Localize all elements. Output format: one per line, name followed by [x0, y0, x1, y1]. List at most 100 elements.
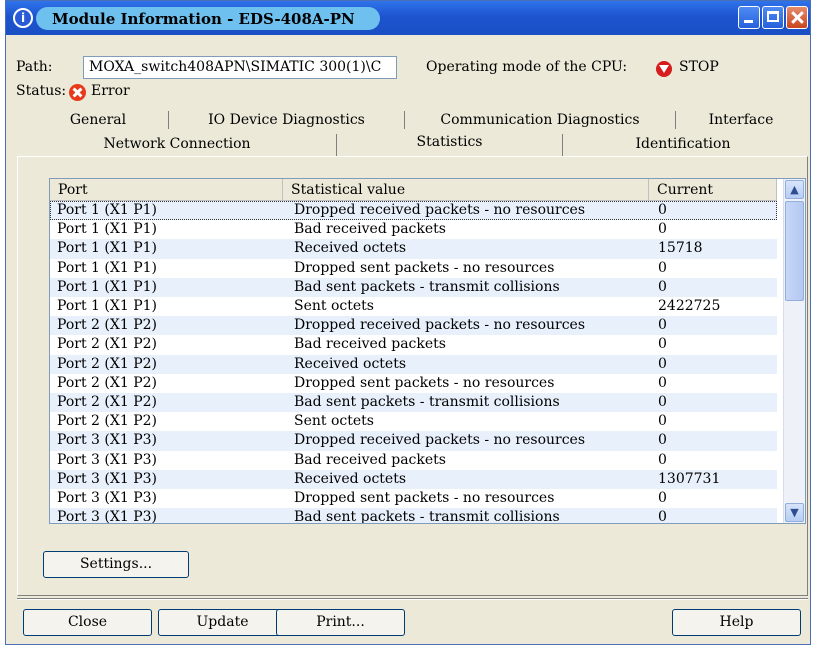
cell-statistical-value: Received octets	[294, 240, 407, 257]
path-field[interactable]: MOXA_switch408APN\SIMATIC 300(1)\C	[83, 56, 397, 79]
table-row[interactable]: Port 1 (X1 P1) Sent octets 2422725	[50, 297, 777, 316]
cell-port: Port 3 (X1 P3)	[57, 490, 157, 506]
cell-statistical-value: Dropped sent packets - no resources	[294, 259, 555, 276]
update-button[interactable]: Update	[158, 609, 287, 636]
tab-identification[interactable]: Identification	[563, 132, 803, 156]
minimize-button[interactable]	[738, 6, 760, 29]
scrollbar-thumb[interactable]	[785, 201, 804, 301]
cell-statistical-value: Sent octets	[294, 298, 374, 314]
close-window-button[interactable]	[786, 6, 808, 29]
cell-current: 0	[658, 394, 667, 410]
cell-port: Port 1 (X1 P1)	[57, 259, 157, 276]
cell-current: 0	[658, 259, 667, 276]
statistics-table[interactable]: Port Statistical value Current Port 1 (X…	[49, 178, 806, 524]
cell-current: 0	[658, 355, 667, 372]
table-row[interactable]: Port 2 (X1 P2) Dropped received packets -…	[50, 316, 777, 336]
cell-port: Port 3 (X1 P3)	[57, 470, 157, 487]
cell-current: 0	[658, 202, 667, 218]
cell-port: Port 2 (X1 P2)	[57, 374, 157, 391]
cell-port: Port 2 (X1 P2)	[57, 317, 157, 334]
table-row[interactable]: Port 3 (X1 P3) Bad received packets 0	[50, 451, 777, 470]
tab-general[interactable]: General	[28, 109, 168, 131]
error-icon	[69, 84, 86, 101]
maximize-button[interactable]	[762, 6, 784, 29]
cell-port: Port 1 (X1 P1)	[57, 221, 157, 238]
path-label: Path:	[16, 59, 53, 75]
cell-statistical-value: Bad received packets	[294, 336, 446, 353]
bottom-divider	[17, 598, 808, 600]
cell-current: 0	[658, 278, 667, 295]
cell-current: 0	[658, 374, 667, 391]
tab-interface[interactable]: Interface	[676, 109, 806, 131]
cell-statistical-value: Received octets	[294, 355, 407, 372]
table-row[interactable]: Port 1 (X1 P1) Received octets 15718	[50, 239, 777, 259]
vertical-scrollbar[interactable]: ▲ ▼	[783, 179, 805, 523]
table-row[interactable]: Port 3 (X1 P3) Dropped received packets -…	[50, 431, 777, 451]
print-button[interactable]: Print...	[276, 609, 405, 636]
scroll-up-icon[interactable]: ▲	[785, 180, 804, 199]
table-row[interactable]: Port 1 (X1 P1) Dropped received packets -…	[50, 201, 777, 221]
table-row[interactable]: Port 1 (X1 P1) Dropped sent packets - no …	[50, 259, 777, 278]
table-row[interactable]: Port 2 (X1 P2) Bad received packets 0	[50, 335, 777, 354]
tab-divider	[404, 111, 405, 129]
cell-statistical-value: Sent octets	[294, 413, 374, 430]
cell-port: Port 1 (X1 P1)	[57, 298, 157, 314]
cell-current: 2422725	[658, 298, 721, 314]
tab-divider	[562, 134, 563, 156]
cell-port: Port 3 (X1 P3)	[57, 432, 157, 449]
info-icon: i	[13, 8, 33, 28]
cell-statistical-value: Dropped received packets - no resources	[294, 317, 586, 334]
cell-port: Port 3 (X1 P3)	[57, 509, 157, 524]
table-row[interactable]: Port 2 (X1 P2) Received octets 0	[50, 354, 777, 374]
table-row[interactable]: Port 2 (X1 P2) Sent octets 0	[50, 412, 777, 431]
cell-current: 0	[658, 413, 667, 430]
cell-current: 0	[658, 509, 667, 524]
cpu-mode-label: Operating mode of the CPU:	[426, 59, 628, 75]
cell-current: 0	[658, 451, 667, 468]
column-header-current[interactable]: Current	[649, 179, 777, 201]
table-row[interactable]: Port 2 (X1 P2) Bad sent packets - transmi…	[50, 393, 777, 413]
tab-communication-diagnostics[interactable]: Communication Diagnostics	[405, 109, 675, 131]
cell-port: Port 1 (X1 P1)	[57, 278, 157, 295]
cell-current: 0	[658, 336, 667, 353]
table-row[interactable]: Port 1 (X1 P1) Bad sent packets - transmi…	[50, 277, 777, 297]
cell-current: 0	[658, 317, 667, 334]
cell-statistical-value: Bad received packets	[294, 451, 446, 468]
module-information-window: i Module Information - EDS-408A-PN Path:…	[5, 0, 811, 645]
table-row[interactable]: Port 3 (X1 P3) Bad sent packets - transmi…	[50, 508, 777, 524]
title-bar[interactable]: i Module Information - EDS-408A-PN	[6, 1, 810, 35]
table-row[interactable]: Port 1 (X1 P1) Bad received packets 0	[50, 220, 777, 239]
cell-current: 15718	[658, 240, 703, 257]
cell-port: Port 2 (X1 P2)	[57, 355, 157, 372]
help-button[interactable]: Help	[672, 609, 801, 636]
scroll-down-icon[interactable]: ▼	[785, 503, 804, 522]
tab-divider	[336, 134, 337, 156]
cpu-mode-value: STOP	[679, 59, 719, 75]
window-title: Module Information - EDS-408A-PN	[52, 10, 355, 28]
tab-divider	[168, 111, 169, 129]
cell-port: Port 1 (X1 P1)	[57, 202, 157, 218]
tab-network-connection[interactable]: Network Connection	[18, 132, 336, 156]
tab-statistics[interactable]: Statistics	[337, 130, 562, 158]
cell-statistical-value: Bad sent packets - transmit collisions	[294, 278, 560, 295]
table-row[interactable]: Port 3 (X1 P3) Dropped sent packets - no …	[50, 489, 777, 508]
status-label: Status:	[16, 83, 67, 99]
cell-current: 1307731	[658, 470, 721, 487]
tab-io-device-diagnostics[interactable]: IO Device Diagnostics	[169, 109, 404, 131]
cell-statistical-value: Bad received packets	[294, 221, 446, 238]
table-row[interactable]: Port 2 (X1 P2) Dropped sent packets - no …	[50, 374, 777, 393]
column-header-port[interactable]: Port	[50, 179, 283, 201]
settings-button[interactable]: Settings...	[43, 551, 189, 578]
cell-statistical-value: Bad sent packets - transmit collisions	[294, 509, 560, 524]
cell-port: Port 1 (X1 P1)	[57, 240, 157, 257]
column-header-statistical-value[interactable]: Statistical value	[283, 179, 649, 201]
table-row[interactable]: Port 3 (X1 P3) Received octets 1307731	[50, 469, 777, 489]
cell-port: Port 2 (X1 P2)	[57, 394, 157, 410]
cell-statistical-value: Received octets	[294, 470, 407, 487]
stop-icon	[656, 61, 672, 77]
cell-statistical-value: Dropped sent packets - no resources	[294, 490, 555, 506]
close-button[interactable]: Close	[23, 609, 152, 636]
status-value: Error	[91, 83, 130, 99]
cell-port: Port 2 (X1 P2)	[57, 413, 157, 430]
cell-current: 0	[658, 221, 667, 238]
